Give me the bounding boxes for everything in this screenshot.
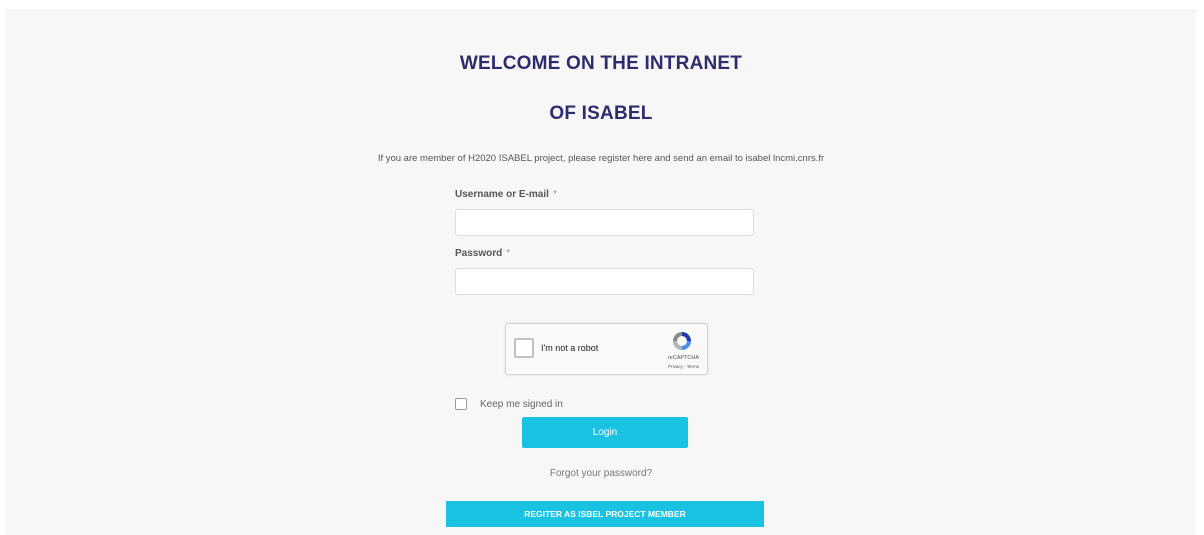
recaptcha-logo-icon: [673, 332, 691, 350]
recaptcha-label: I'm not a robot: [541, 343, 599, 353]
page-title-subline: OF ISABEL: [549, 103, 653, 124]
keep-signed-in-checkbox[interactable]: [455, 398, 467, 410]
keep-signed-in-label: Keep me signed in: [480, 398, 563, 410]
required-asterisk: *: [506, 248, 511, 259]
recaptcha-checkbox[interactable]: [514, 338, 534, 358]
password-label: Password *: [455, 248, 510, 259]
login-page: WELCOME ON THE INTRANET OF ISABEL If you…: [6, 10, 1196, 535]
required-asterisk: *: [552, 189, 557, 200]
keep-signed-in[interactable]: Keep me signed in: [455, 397, 563, 411]
username-input[interactable]: [455, 209, 754, 236]
recaptcha-brand: reCAPTCHA: [667, 355, 699, 361]
recaptcha-widget: I'm not a robot reCAPTCHA Privacy - Term…: [505, 323, 708, 375]
password-input[interactable]: [455, 268, 754, 295]
register-member-button[interactable]: REGITER AS ISBEL PROJECT MEMBER: [446, 501, 764, 527]
password-label-text: Password: [455, 248, 503, 259]
username-label: Username or E-mail *: [455, 189, 557, 200]
recaptcha-terms-link[interactable]: Privacy - Terms: [668, 364, 699, 369]
username-label-text: Username or E-mail: [455, 189, 549, 200]
login-button[interactable]: Login: [522, 417, 688, 448]
page-title: WELCOME ON THE INTRANET: [459, 53, 743, 74]
intro-text: If you are member of H2020 ISABEL projec…: [377, 153, 825, 164]
forgot-password-link[interactable]: Forgot your password?: [6, 468, 1196, 479]
